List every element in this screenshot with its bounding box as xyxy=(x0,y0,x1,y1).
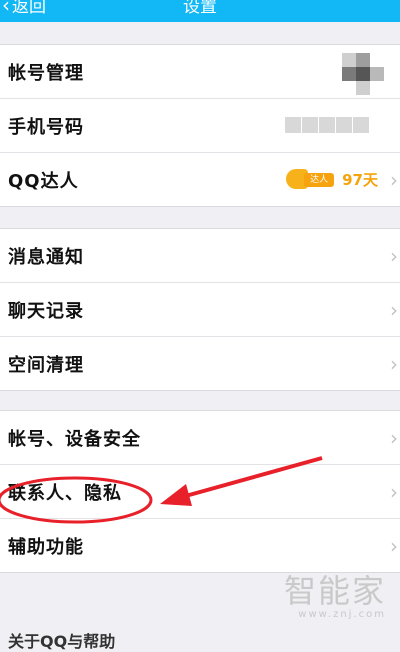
chevron-right-icon: › xyxy=(390,167,398,192)
row-label: 聊天记录 xyxy=(8,300,84,322)
row-chat-history[interactable]: 聊天记录 › xyxy=(0,283,400,337)
avatar xyxy=(342,53,384,95)
chevron-right-icon: › xyxy=(390,425,398,450)
daren-badge-text: 达人 xyxy=(304,173,335,187)
row-contacts-privacy[interactable]: 联系人、隐私 › xyxy=(0,465,400,519)
row-label: QQ达人 xyxy=(8,170,79,192)
row-phone-number[interactable]: 手机号码 xyxy=(0,99,400,153)
daren-status: 达人 97天 xyxy=(286,167,378,191)
watermark: 智能家 www.znj.com xyxy=(284,573,386,620)
settings-group-messages: 消息通知 › 聊天记录 › 空间清理 › xyxy=(0,228,400,391)
chevron-right-icon: › xyxy=(390,533,398,558)
watermark-brand: 智能家 xyxy=(283,572,386,610)
daren-days: 97天 xyxy=(342,170,378,189)
daren-badge-icon: 达人 xyxy=(286,167,336,191)
watermark-url: www.znj.com xyxy=(298,609,386,620)
row-label: 帐号、设备安全 xyxy=(8,428,141,450)
chevron-right-icon: › xyxy=(390,351,398,376)
row-label: 帐号管理 xyxy=(8,62,84,84)
navigation-bar: ‹ 返回 设置 xyxy=(0,0,400,22)
row-label: 消息通知 xyxy=(8,246,84,268)
chevron-right-icon: › xyxy=(390,297,398,322)
page-title: 设置 xyxy=(183,0,217,17)
settings-group-account: 帐号管理 手机号码 QQ达人 达人 97天 › xyxy=(0,44,400,207)
row-qq-daren[interactable]: QQ达人 达人 97天 › xyxy=(0,153,400,206)
row-account-management[interactable]: 帐号管理 xyxy=(0,45,400,99)
row-storage-cleanup[interactable]: 空间清理 › xyxy=(0,337,400,390)
row-accessibility[interactable]: 辅助功能 › xyxy=(0,519,400,572)
row-label: 手机号码 xyxy=(8,116,84,138)
row-about-help[interactable]: 关于QQ与帮助 xyxy=(8,628,115,652)
row-account-device-security[interactable]: 帐号、设备安全 › xyxy=(0,411,400,465)
row-label: 辅助功能 xyxy=(8,536,84,558)
chevron-right-icon: › xyxy=(390,243,398,268)
settings-group-security: 帐号、设备安全 › 联系人、隐私 › 辅助功能 › xyxy=(0,410,400,573)
phone-number-redacted xyxy=(285,117,370,133)
row-message-notifications[interactable]: 消息通知 › xyxy=(0,229,400,283)
row-label: 联系人、隐私 xyxy=(8,482,122,504)
row-label: 空间清理 xyxy=(8,354,84,376)
chevron-right-icon: › xyxy=(390,479,398,504)
